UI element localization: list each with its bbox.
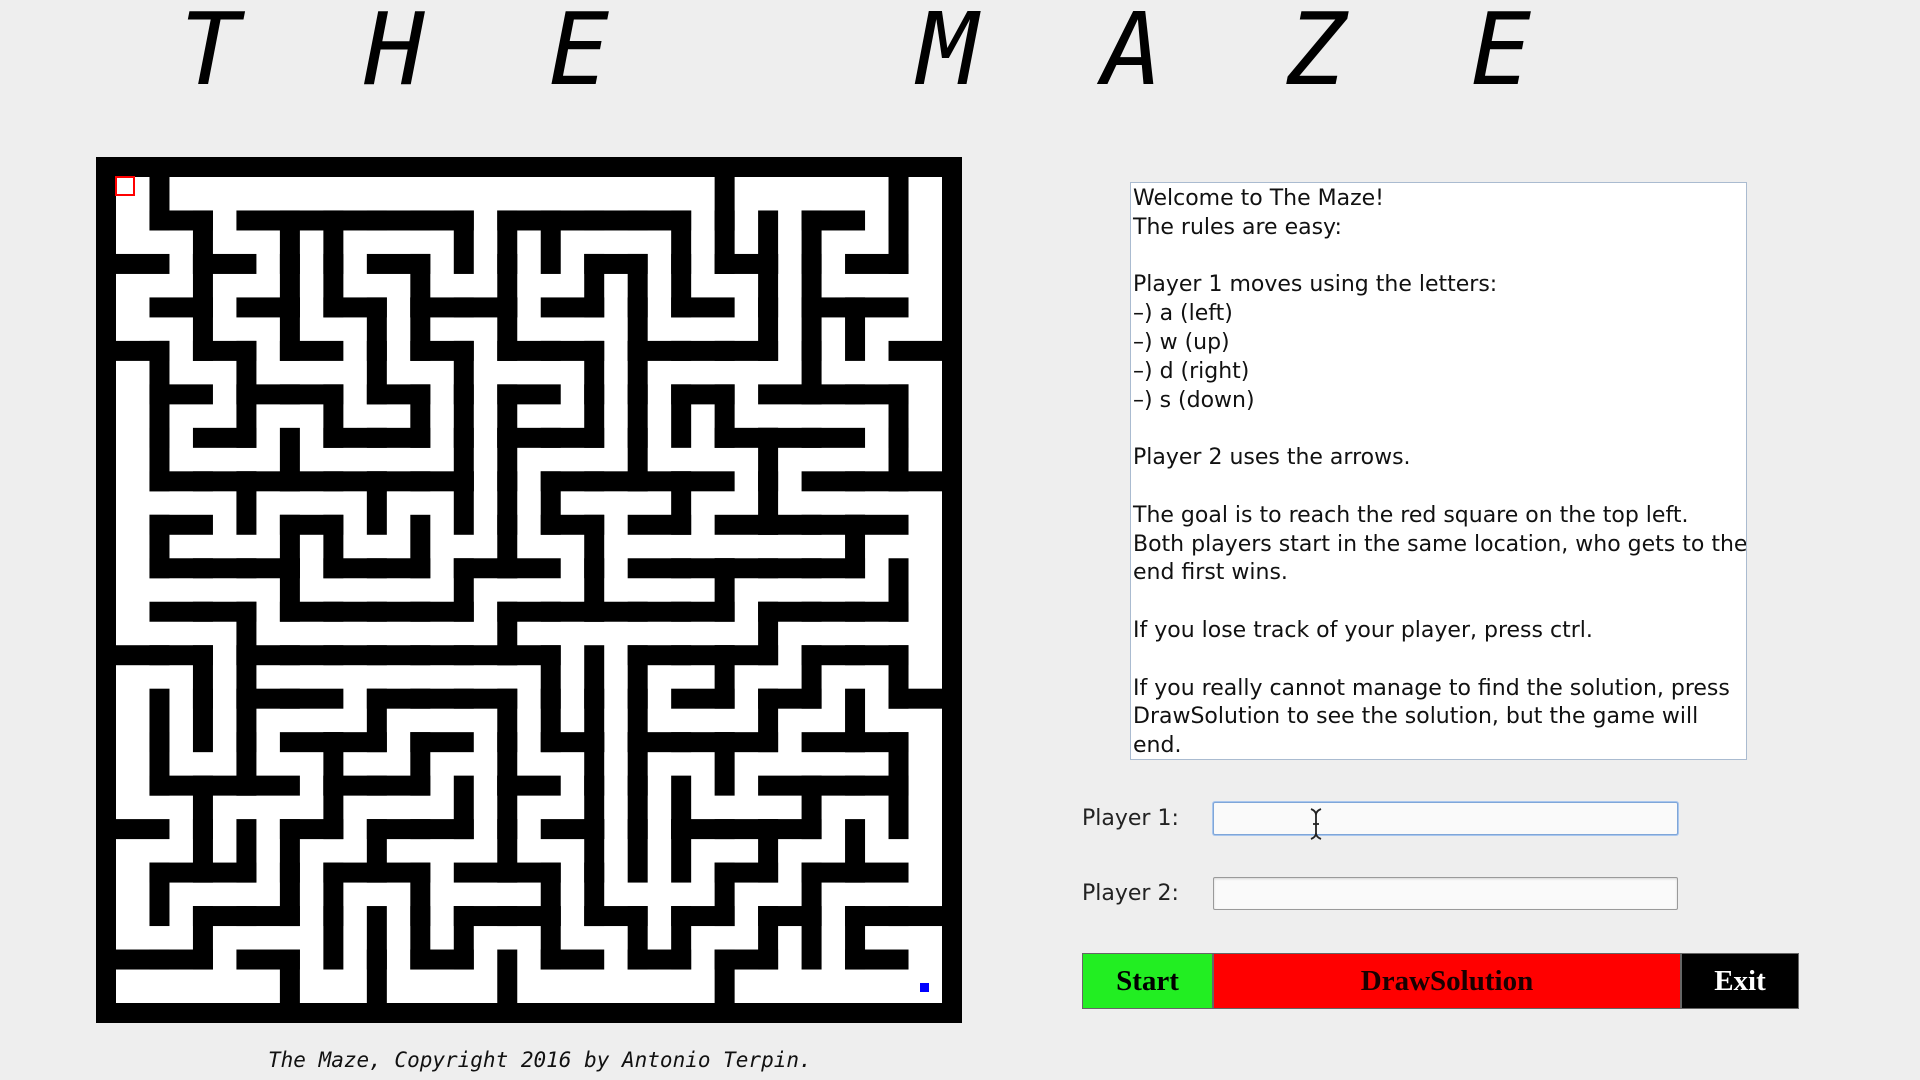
maze-wall-segment [366,471,387,535]
maze-wall-segment [96,1003,962,1023]
start-button[interactable]: Start [1082,953,1213,1009]
maze-wall-segment [279,688,344,709]
maze-wall-segment [236,471,257,535]
player-marker [920,983,929,992]
maze-wall-segment [366,427,431,448]
maze-wall-segment [888,775,909,840]
rules-line [1133,243,1744,272]
maze-wall-segment [366,558,431,579]
maze-wall-segment [410,601,474,622]
rules-line: If you lose track of your player, press … [1133,617,1593,643]
maze-wall-segment [192,427,257,448]
maze-wall-segment [714,340,779,361]
rules-line [1133,646,1744,675]
maze-wall-segment [149,862,170,927]
player1-label: Player 1: [1082,806,1179,831]
maze-canvas [96,157,962,1023]
rules-line [1133,415,1744,444]
maze-wall-segment [801,427,866,448]
maze-wall-segment [671,688,735,709]
maze-wall-segment [149,949,213,970]
rules-line: Player 1 moves using the letters: [1133,272,1498,298]
rules-line: Welcome to The Maze! [1133,186,1384,211]
rules-line: –) a (left) [1133,301,1233,327]
player1-name-field[interactable] [1213,802,1678,835]
maze-wall-segment [845,297,866,361]
rules-line: Player 2 uses the arrows. [1133,445,1411,471]
game-title: T H E M A Z E [180,0,1564,108]
rules-line: The goal is to reach the red square on t… [1133,502,1689,528]
maze-wall-segment [323,906,344,970]
rules-text-area[interactable]: Welcome to The Maze! The rules are easy: P… [1130,182,1747,760]
maze-wall-segment [96,157,962,177]
maze-wall-segment [942,157,962,1023]
maze-wall-segment [671,297,735,318]
maze-board [96,157,962,1023]
maze-wall-segment [714,732,735,796]
maze-wall-segment [671,819,692,883]
maze-wall-segment [410,819,474,840]
draw-solution-button[interactable]: DrawSolution [1213,953,1681,1009]
rules-line [1133,588,1744,617]
rules-line: If you really cannot manage to find the … [1133,675,1730,701]
maze-wall-segment [540,210,561,274]
maze-wall-segment [801,906,822,970]
rules-line: DrawSolution to see the solution, but th… [1133,704,1699,730]
maze-wall-segment [540,427,605,448]
maze-wall-segment [845,949,909,970]
maze-wall-segment [410,949,474,970]
copyright-footer: The Maze, Copyright 2016 by Antonio Terp… [268,1048,812,1072]
maze-wall-segment [453,210,474,274]
maze-wall-segment [192,688,213,753]
maze-wall-segment [279,340,344,361]
rules-line: –) d (right) [1133,358,1250,384]
rules-line: –) s (down) [1133,387,1255,413]
rules-line: –) w (up) [1133,329,1230,355]
maze-wall-segment [801,558,866,579]
rules-line: end first wins. [1133,560,1288,586]
rules-line: The rules are easy: [1133,214,1342,240]
player2-label: Player 2: [1082,881,1179,906]
exit-button[interactable]: Exit [1681,953,1799,1009]
maze-wall-segment [671,601,735,622]
player2-name-field[interactable] [1213,877,1678,910]
maze-wall-segment [96,157,116,1023]
rules-line [1133,473,1744,502]
maze-wall-segment [845,862,909,883]
maze-wall-segment [627,514,692,535]
maze-wall-segment [497,558,561,579]
maze-wall-segment [627,819,648,883]
maze-wall-segment [236,906,300,927]
maze-wall-segment [627,949,692,970]
maze-wall-segment [845,601,909,622]
maze-wall-segment [540,297,605,318]
maze-wall-segment [236,775,300,796]
maze-wall-segment [845,253,909,274]
maze-wall-segment [540,949,605,970]
maze-wall-segment [671,384,692,448]
rules-line: Both players start in the same location,… [1133,531,1747,557]
rules-line: end. [1133,733,1182,759]
maze-wall-segment [192,862,257,883]
maze-wall-segment [366,775,431,796]
maze-wall-segment [453,471,474,535]
